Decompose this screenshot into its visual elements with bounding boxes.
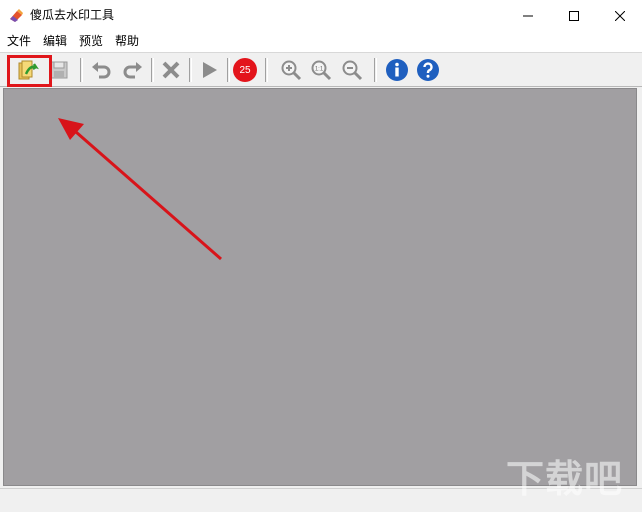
highlight-box bbox=[7, 55, 52, 87]
site-watermark: 下载吧 bbox=[506, 457, 624, 501]
delete-icon bbox=[162, 61, 180, 79]
brush-size-button[interactable]: 25 bbox=[232, 57, 258, 83]
menu-edit[interactable]: 编辑 bbox=[43, 34, 67, 49]
toolbar-separator bbox=[189, 58, 192, 82]
app-window: 傻瓜去水印工具 文件 编辑 预览 帮助 25 1:1 下载吧 bbox=[0, 0, 642, 512]
toolbar-separator bbox=[374, 58, 377, 82]
window-title: 傻瓜去水印工具 bbox=[30, 8, 115, 22]
save-icon bbox=[50, 61, 68, 79]
zoom-in-button[interactable] bbox=[278, 57, 304, 83]
play-icon bbox=[203, 62, 217, 78]
undo-icon bbox=[92, 62, 111, 79]
about-button[interactable] bbox=[384, 57, 410, 83]
help-icon bbox=[417, 59, 439, 81]
app-eraser-icon bbox=[8, 8, 24, 24]
zoom-in-icon bbox=[281, 60, 302, 81]
redo-icon bbox=[123, 62, 142, 79]
menu-preview[interactable]: 预览 bbox=[79, 34, 103, 49]
zoom-actual-button[interactable]: 1:1 bbox=[308, 57, 334, 83]
zoom-actual-label: 1:1 bbox=[315, 67, 324, 73]
undo-button[interactable] bbox=[88, 57, 114, 83]
zoom-actual-icon: 1:1 bbox=[311, 60, 332, 81]
minimize-button[interactable] bbox=[505, 0, 551, 31]
maximize-button[interactable] bbox=[551, 0, 597, 31]
brush-size-badge: 25 bbox=[233, 58, 257, 82]
zoom-out-button[interactable] bbox=[339, 57, 365, 83]
toolbar-separator bbox=[227, 58, 230, 82]
menu-file[interactable]: 文件 bbox=[7, 34, 31, 49]
run-button[interactable] bbox=[196, 57, 222, 83]
close-button[interactable] bbox=[597, 0, 642, 31]
zoom-out-icon bbox=[342, 60, 363, 81]
toolbar-separator bbox=[80, 58, 83, 82]
title-bar: 傻瓜去水印工具 bbox=[0, 0, 642, 31]
help-button[interactable] bbox=[415, 57, 441, 83]
redo-button[interactable] bbox=[120, 57, 146, 83]
toolbar-separator bbox=[151, 58, 154, 82]
menu-bar: 文件 编辑 预览 帮助 bbox=[0, 31, 642, 52]
info-icon bbox=[386, 59, 408, 81]
menu-help[interactable]: 帮助 bbox=[115, 34, 139, 49]
toolbar-separator bbox=[265, 58, 268, 82]
delete-button[interactable] bbox=[158, 57, 184, 83]
image-canvas[interactable] bbox=[3, 88, 637, 486]
toolbar: 25 1:1 bbox=[0, 52, 642, 87]
